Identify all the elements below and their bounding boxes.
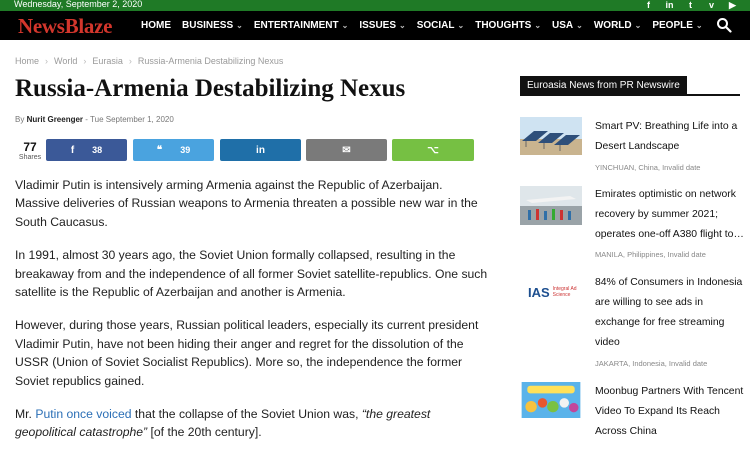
solar-panels-thumbnail[interactable] — [520, 117, 582, 155]
putin-quote-link[interactable]: Putin once voiced — [35, 407, 131, 421]
article-paragraph: Vladimir Putin is intensively arming Arm… — [15, 178, 478, 229]
share-count: 38 — [92, 145, 103, 155]
ias-logo-thumbnail[interactable]: IAS Integral Ad Science — [520, 273, 582, 311]
nav-item-issues[interactable]: ISSUES ⌄ — [359, 20, 405, 31]
nav-item-label: ISSUES — [359, 20, 397, 31]
nav-item-label: BUSINESS — [182, 20, 234, 31]
share-counter: 77 Shares — [15, 140, 45, 162]
twitter-share-button[interactable]: ❝ 39 — [133, 139, 214, 161]
sidebar-item-meta: JAKARTA, Indonesia, Invalid date — [595, 359, 708, 368]
nav-item-home[interactable]: HOME — [141, 20, 171, 31]
sidebar-item-title[interactable]: Emirates optimistic on network recovery … — [595, 185, 745, 245]
facebook-icon: f — [70, 144, 75, 156]
twitter-icon[interactable]: t — [685, 0, 696, 11]
article-paragraph: Mr. Putin once voiced that the collapse … — [15, 405, 490, 442]
share-icon: ⌥ — [427, 144, 439, 156]
breadcrumb-separator: › — [45, 56, 49, 66]
nav-item-label: HOME — [141, 20, 171, 31]
email-share-button[interactable]: ✉ — [306, 139, 387, 161]
social-links: f in t v ▶ — [643, 0, 738, 11]
publish-date: Tue September 1, 2020 — [90, 115, 174, 124]
nav-item-label: USA — [552, 20, 574, 31]
breadcrumb: Home › World › Eurasia › Russia-Armenia … — [15, 56, 283, 66]
ias-logo-subtext: Integral Ad Science — [552, 286, 577, 298]
byline: By Nurit Greenger - Tue September 1, 202… — [15, 115, 174, 124]
top-bar: Wednesday, September 2, 2020 f in t v ▶ — [0, 0, 750, 11]
vimeo-icon[interactable]: v — [706, 0, 717, 11]
breadcrumb-world[interactable]: World — [54, 56, 77, 66]
breadcrumb-home[interactable]: Home — [15, 56, 39, 66]
chevron-down-icon: ⌄ — [576, 21, 583, 30]
nav-item-business[interactable]: BUSINESS ⌄ — [182, 20, 243, 31]
linkedin-icon[interactable]: in — [664, 0, 675, 11]
facebook-share-button[interactable]: f 38 — [46, 139, 127, 161]
current-date: Wednesday, September 2, 2020 — [14, 0, 143, 9]
article-paragraph: However, during those years, Russian pol… — [15, 318, 479, 388]
sidebar-item-title[interactable]: Smart PV: Breathing Life into a Desert L… — [595, 117, 745, 157]
nav-menu: HOME BUSINESS ⌄ ENTERTAINMENT ⌄ ISSUES ⌄ SOCIAL… — [141, 11, 714, 40]
sidebar-item-meta: MANILA, Philippines, Invalid date — [595, 250, 706, 259]
byline-by: By — [15, 115, 25, 124]
facebook-icon[interactable]: f — [643, 0, 654, 11]
sidebar-item-title[interactable]: Moonbug Partners With Tencent Video To E… — [595, 382, 745, 442]
nav-item-label: ENTERTAINMENT — [253, 20, 339, 31]
ias-logo-text: IAS — [528, 284, 550, 300]
paragraph-text: [of the 20th century]. — [147, 425, 262, 440]
share-count: 39 — [180, 145, 191, 155]
share-total: 77 — [23, 140, 37, 154]
sidebar-heading: Euroasia News from PR Newswire — [520, 75, 740, 96]
breadcrumb-separator: › — [128, 56, 132, 66]
main-nav: NewsBlaze HOME BUSINESS ⌄ ENTERTAINMENT ⌄ ISS… — [0, 11, 750, 40]
breadcrumb-separator: › — [83, 56, 87, 66]
linkedin-share-button[interactable]: in — [220, 139, 301, 161]
chevron-down-icon: ⌄ — [399, 21, 406, 30]
sidebar-heading-label: Euroasia News from PR Newswire — [520, 76, 687, 95]
breadcrumb-current: Russia-Armenia Destabilizing Nexus — [137, 56, 284, 66]
paragraph-text: that the collapse of the Soviet Union wa… — [131, 407, 362, 422]
airport-crowd-thumbnail[interactable] — [520, 185, 582, 225]
site-logo[interactable]: NewsBlaze — [18, 14, 112, 39]
breadcrumb-eurasia[interactable]: Eurasia — [92, 56, 123, 66]
nav-item-label: THOUGHTS — [475, 20, 532, 31]
nav-item-people[interactable]: PEOPLE ⌄ — [652, 20, 702, 31]
article-paragraph: In 1991, almost 30 years ago, the Soviet… — [15, 248, 488, 300]
author-link[interactable]: Nurit Greenger — [27, 115, 83, 124]
linkedin-icon: in — [256, 144, 265, 156]
nav-item-label: SOCIAL — [416, 20, 455, 31]
nav-item-label: WORLD — [593, 20, 632, 31]
chevron-down-icon: ⌄ — [695, 21, 703, 30]
email-icon: ✉ — [342, 144, 351, 156]
nav-item-social[interactable]: SOCIAL ⌄ — [417, 20, 464, 31]
article-title: Russia-Armenia Destabilizing Nexus — [15, 75, 406, 102]
sidebar-item-meta: YINCHUAN, China, Invalid date — [595, 163, 701, 172]
nav-item-label: PEOPLE — [652, 20, 693, 31]
youtube-icon[interactable]: ▶ — [727, 0, 738, 11]
search-icon[interactable] — [716, 17, 732, 33]
paragraph-text: Mr. — [15, 407, 36, 422]
chevron-down-icon: ⌄ — [236, 21, 243, 30]
share-share-button[interactable]: ⌥ — [392, 139, 474, 161]
chevron-down-icon: ⌄ — [341, 21, 349, 30]
article-body: Vladimir Putin is intensively arming Arm… — [15, 176, 490, 450]
chevron-down-icon: ⌄ — [634, 21, 642, 30]
sidebar-item-title[interactable]: 84% of Consumers in Indonesia are willin… — [595, 273, 745, 353]
moonbug-thumbnail[interactable] — [520, 382, 582, 418]
nav-item-usa[interactable]: USA ⌄ — [552, 20, 583, 31]
twitter-icon: ❝ — [156, 144, 163, 156]
nav-item-entertainment[interactable]: ENTERTAINMENT ⌄ — [254, 20, 349, 31]
byline-separator: - — [85, 115, 88, 124]
nav-item-world[interactable]: WORLD ⌄ — [594, 20, 641, 31]
chevron-down-icon: ⌄ — [534, 21, 542, 30]
share-label: Shares — [18, 154, 42, 161]
nav-item-thoughts[interactable]: THOUGHTS ⌄ — [475, 20, 541, 31]
chevron-down-icon: ⌄ — [457, 21, 465, 30]
